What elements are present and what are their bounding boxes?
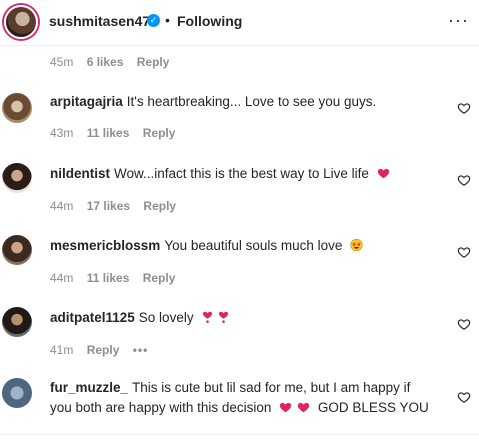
heart-exclamation-icon [203, 311, 213, 324]
reply-button[interactable]: Reply [143, 271, 176, 285]
comment-likes[interactable]: 11 likes [87, 271, 130, 285]
reply-button[interactable]: Reply [137, 55, 170, 69]
reply-button[interactable]: Reply [143, 199, 176, 213]
commenter-username[interactable]: aditpatel1125 [50, 310, 135, 325]
red-heart-icon [298, 402, 310, 413]
commenter-avatar[interactable] [2, 235, 32, 265]
commenter-avatar[interactable] [2, 93, 32, 123]
comment-body: fur_muzzle_ This is cute but lil sad for … [50, 378, 455, 418]
more-options-icon[interactable]: ··· [448, 10, 469, 31]
commenter-avatar[interactable] [2, 163, 32, 193]
comment-more-options-icon[interactable]: ••• [133, 343, 149, 357]
comment-time: 45m [50, 55, 74, 69]
comment-text-continued: you both are happy with this decision [50, 400, 272, 415]
comment-text: It's heartbreaking... Love to see you gu… [126, 94, 377, 109]
comment-body: nildentist Wow...infact this is the best … [50, 164, 391, 184]
commenter-avatar[interactable] [2, 307, 32, 337]
comment-time: 44m [50, 271, 74, 285]
comment-time: 41m [50, 343, 74, 357]
comment-text: So lovely [138, 310, 194, 325]
like-heart-icon[interactable] [457, 317, 471, 331]
heart-exclamation-icon [219, 311, 229, 324]
like-heart-icon[interactable] [457, 390, 471, 404]
commenter-username[interactable]: fur_muzzle_ [50, 380, 128, 395]
comment-text: This is cute but lil sad for me, but I a… [132, 380, 411, 395]
comment-body: arpitagajria It's heartbreaking... Love t… [50, 92, 376, 112]
comment-body: aditpatel1125 So lovely [50, 308, 231, 328]
like-heart-icon[interactable] [457, 101, 471, 115]
reply-button[interactable]: Reply [87, 343, 120, 357]
star-struck-icon [350, 238, 363, 252]
commenter-username[interactable]: arpitagajria [50, 94, 123, 109]
following-button[interactable]: Following [177, 13, 242, 29]
commenter-username[interactable]: mesmericblossm [50, 238, 160, 253]
comment-meta: 45m 6 likes Reply [50, 55, 179, 69]
like-heart-icon[interactable] [457, 245, 471, 259]
post-header: sushmitasen47 ✓ • Following ··· [0, 0, 479, 46]
comment-meta: 43m 11 likes Reply [50, 126, 185, 140]
profile-username[interactable]: sushmitasen47 [49, 13, 150, 29]
comment-time: 43m [50, 126, 74, 140]
comment-text: Wow...infact this is the best way to Liv… [114, 166, 369, 181]
commenter-avatar[interactable] [2, 378, 32, 408]
comment-likes[interactable]: 17 likes [87, 199, 130, 213]
comment-body: mesmericblossm You beautiful souls much l… [50, 236, 364, 256]
like-heart-icon[interactable] [457, 173, 471, 187]
commenter-username[interactable]: nildentist [50, 166, 110, 181]
comment-meta: 44m 17 likes Reply [50, 199, 186, 213]
comment-time: 44m [50, 199, 74, 213]
verified-badge-icon: ✓ [147, 14, 160, 27]
comment-likes[interactable]: 6 likes [87, 55, 124, 69]
profile-avatar[interactable] [4, 5, 38, 39]
red-heart-icon [377, 168, 389, 179]
comment-meta: 41m Reply ••• [50, 343, 158, 357]
bottom-divider [0, 434, 479, 435]
comment-text: You beautiful souls much love [164, 238, 343, 253]
separator-dot: • [165, 12, 170, 28]
reply-button[interactable]: Reply [143, 126, 176, 140]
comment-meta: 44m 11 likes Reply [50, 271, 185, 285]
red-heart-icon [280, 402, 292, 413]
comment-likes[interactable]: 11 likes [87, 126, 130, 140]
comment-text-blessing: GOD BLESS YOU [317, 400, 429, 415]
